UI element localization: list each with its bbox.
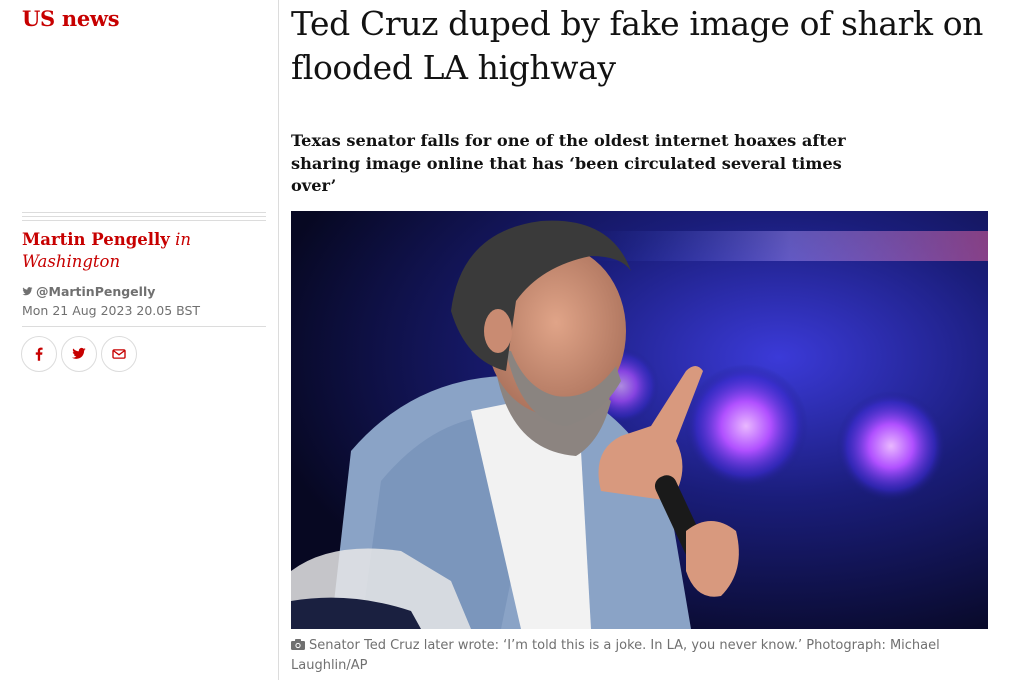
share-email-button[interactable] — [101, 336, 137, 372]
twitter-icon — [71, 347, 86, 359]
author-link[interactable]: Martin Pengelly — [22, 230, 170, 249]
hero-photo — [291, 211, 988, 629]
caption-text: Senator Ted Cruz later wrote: ‘I’m told … — [291, 638, 940, 673]
facebook-icon — [35, 347, 43, 361]
article-meta-column: US news Martin Pengelly in Washington @M… — [0, 0, 279, 680]
section-link-us-news[interactable]: US news — [22, 6, 120, 31]
byline: Martin Pengelly in Washington — [22, 229, 266, 273]
meta-divider — [22, 326, 266, 327]
hero-image — [291, 211, 988, 629]
share-twitter-button[interactable] — [61, 336, 97, 372]
article-page: US news Martin Pengelly in Washington @M… — [0, 0, 1027, 680]
author-twitter-link[interactable]: @MartinPengelly — [22, 284, 155, 299]
article-standfirst: Texas senator falls for one of the oldes… — [291, 131, 846, 195]
byline-divider — [22, 212, 266, 224]
email-icon — [112, 349, 126, 359]
share-facebook-button[interactable] — [21, 336, 57, 372]
share-buttons — [21, 336, 137, 372]
twitter-bird-icon — [22, 287, 33, 296]
image-caption: Senator Ted Cruz later wrote: ‘I’m told … — [291, 636, 991, 676]
article-headline: Ted Cruz duped by fake image of shark on… — [291, 4, 984, 87]
publish-date: Mon 21 Aug 2023 20.05 BST — [22, 303, 201, 318]
twitter-handle-text: @MartinPengelly — [36, 284, 156, 299]
camera-icon — [291, 639, 305, 650]
